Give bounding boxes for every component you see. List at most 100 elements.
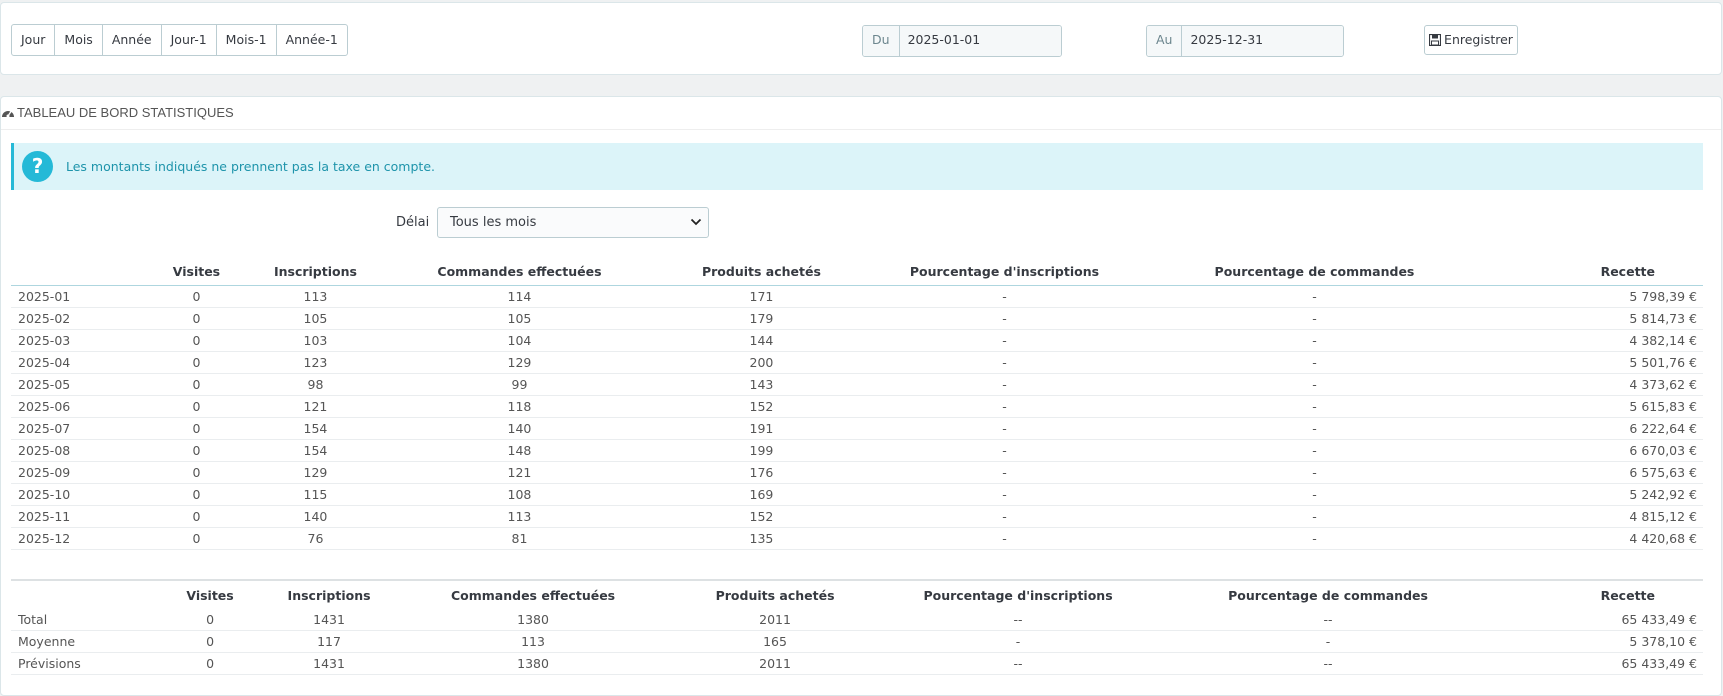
totals-header-orders: Commandes effectuées <box>390 579 677 609</box>
alert-text: Les montants indiqués ne prennent pas la… <box>66 159 435 174</box>
totals-header-revenue: Recette <box>1494 579 1703 609</box>
table-cell: - <box>860 505 1149 528</box>
period-button-year[interactable]: Année <box>103 25 162 55</box>
table-row: 2025-06 0 121 118 152- -5 615,83 € <box>11 395 1703 418</box>
chevron-down-icon <box>690 218 702 226</box>
table-cell: 4 815,12 € <box>1480 505 1703 528</box>
column-header-order-rate: Pourcentage de commandes <box>1148 257 1481 286</box>
table-cell: 2011 <box>676 609 875 631</box>
table-cell: 0 <box>138 285 255 308</box>
table-cell: 154 <box>254 417 377 440</box>
table-cell: 114 <box>376 285 663 308</box>
table-cell: 2025-04 <box>11 351 139 374</box>
table-row: 2025-04 0 123 129 200- -5 501,76 € <box>11 351 1703 374</box>
table-cell: 2025-07 <box>11 417 139 440</box>
table-cell: - <box>1148 505 1481 528</box>
table-cell: 115 <box>254 483 377 506</box>
table-row: 2025-09 0 129 121 176- -6 575,63 € <box>11 461 1703 484</box>
panel-title: Tableau de bord statistiques <box>17 105 234 120</box>
column-header-registration-rate: Pourcentage d'inscriptions <box>860 257 1149 286</box>
table-cell: - <box>1148 417 1481 440</box>
table-cell: 135 <box>662 527 861 550</box>
totals-row: Prévisions 0 1431 1380 2011 -- -- 65 433,49 € <box>11 652 1703 675</box>
table-cell: 105 <box>254 307 377 330</box>
table-cell: 154 <box>254 439 377 462</box>
table-cell: 2011 <box>676 652 875 675</box>
table-cell: 2025-05 <box>11 373 139 396</box>
table-cell: 2025-06 <box>11 395 139 418</box>
monthly-stats-table: Visites Inscriptions Commandes effectuée… <box>11 257 1703 550</box>
date-to-label: Au <box>1147 26 1183 56</box>
totals-header-row: Visites Inscriptions Commandes effectuée… <box>11 579 1703 609</box>
table-cell: - <box>860 395 1149 418</box>
save-button[interactable]: Enregistrer <box>1424 25 1518 55</box>
table-cell: 1380 <box>390 609 677 631</box>
table-cell: 5 378,10 € <box>1494 630 1703 653</box>
table-cell: 0 <box>138 395 255 418</box>
table-cell: 2025-08 <box>11 439 139 462</box>
period-button-previous-year[interactable]: Année-1 <box>277 25 347 55</box>
totals-header-order-rate: Pourcentage de commandes <box>1162 579 1495 609</box>
table-cell: 0 <box>138 527 255 550</box>
table-cell: 81 <box>376 527 663 550</box>
table-cell: 0 <box>138 373 255 396</box>
totals-row: Moyenne 0 117 113 165- -5 378,10 € <box>11 630 1703 653</box>
table-cell: 6 575,63 € <box>1480 461 1703 484</box>
table-cell: 179 <box>662 307 861 330</box>
column-header-period <box>11 257 139 286</box>
table-row: 2025-10 0 115 108 169- -5 242,92 € <box>11 483 1703 506</box>
date-to-group: Au 2025-12-31 <box>1146 25 1345 57</box>
table-cell: 4 420,68 € <box>1480 527 1703 550</box>
table-row: 2025-03 0 103 104 144- -4 382,14 € <box>11 329 1703 352</box>
table-row: 2025-11 0 140 113 152- -4 815,12 € <box>11 505 1703 528</box>
table-cell: 5 501,76 € <box>1480 351 1703 374</box>
table-cell: - <box>860 527 1149 550</box>
table-cell: 0 <box>138 351 255 374</box>
table-cell: 143 <box>662 373 861 396</box>
table-cell: - <box>874 630 1163 653</box>
table-cell: 1431 <box>268 609 391 631</box>
table-cell: 6 222,64 € <box>1480 417 1703 440</box>
table-cell: 117 <box>268 630 391 653</box>
table-cell: 108 <box>376 483 663 506</box>
date-from-input[interactable]: 2025-01-01 <box>899 26 1061 56</box>
table-cell: 5 814,73 € <box>1480 307 1703 330</box>
table-cell: 113 <box>254 285 377 308</box>
table-cell: - <box>860 307 1149 330</box>
table-cell: 113 <box>376 505 663 528</box>
table-cell: - <box>1148 329 1481 352</box>
table-cell: 140 <box>376 417 663 440</box>
delai-select[interactable]: Tous les mois <box>437 207 709 238</box>
table-cell: - <box>1148 307 1481 330</box>
table-cell: 0 <box>138 417 255 440</box>
totals-header-registrations: Inscriptions <box>268 579 391 609</box>
period-button-previous-month[interactable]: Mois-1 <box>217 25 277 55</box>
table-cell: 0 <box>138 329 255 352</box>
date-from-label: Du <box>863 26 900 56</box>
date-to-input[interactable]: 2025-12-31 <box>1182 26 1344 56</box>
table-cell: 199 <box>662 439 861 462</box>
table-cell: 171 <box>662 285 861 308</box>
column-header-products: Produits achetés <box>662 257 861 286</box>
period-button-day[interactable]: Jour <box>12 25 56 55</box>
table-cell: 5 798,39 € <box>1480 285 1703 308</box>
panel-heading: Tableau de bord statistiques <box>1 97 1721 130</box>
period-button-month[interactable]: Mois <box>55 25 103 55</box>
table-cell: 121 <box>254 395 377 418</box>
table-cell: -- <box>874 609 1163 631</box>
totals-row: Total 0 1431 1380 2011 -- -- 65 433,49 € <box>11 609 1703 631</box>
table-cell: -- <box>874 652 1163 675</box>
stats-dashboard-panel: Tableau de bord statistiques ? Les monta… <box>0 96 1722 696</box>
table-cell: 1431 <box>268 652 391 675</box>
table-cell: 2025-03 <box>11 329 139 352</box>
table-cell: 99 <box>376 373 663 396</box>
table-cell: - <box>860 285 1149 308</box>
table-cell: 2025-11 <box>11 505 139 528</box>
totals-header-registration-rate: Pourcentage d'inscriptions <box>874 579 1163 609</box>
table-cell: 148 <box>376 439 663 462</box>
table-cell: 2025-12 <box>11 527 139 550</box>
table-cell: 0 <box>138 439 255 462</box>
table-cell: - <box>1148 483 1481 506</box>
period-button-previous-day[interactable]: Jour-1 <box>162 25 217 55</box>
table-cell: - <box>860 483 1149 506</box>
